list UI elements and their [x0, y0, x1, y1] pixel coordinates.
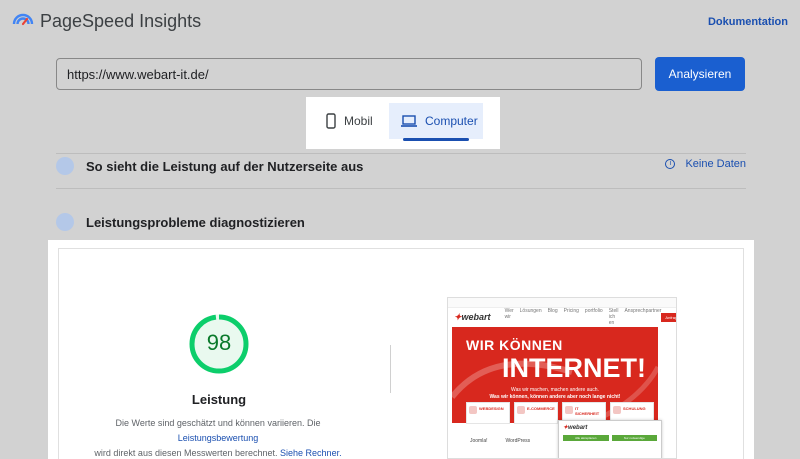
diagnose-section: Leistungsprobleme diagnostizieren: [56, 210, 746, 234]
analyze-button[interactable]: Analysieren: [655, 57, 745, 91]
screenshot-nav-item: Stell ich en: [608, 308, 619, 326]
device-tabs: Mobil Computer: [306, 97, 500, 149]
no-data-link[interactable]: i Keine Daten: [665, 158, 746, 170]
user-experience-section: So sieht die Leistung auf der Nutzerseit…: [56, 154, 746, 178]
header: PageSpeed Insights Dokumentation: [0, 0, 800, 44]
tab-computer[interactable]: Computer: [389, 103, 483, 141]
performance-score: 98: [206, 330, 232, 355]
screenshot-nav: ✦webart Wer wir Lösungen Blog Pricing portfo…: [448, 308, 676, 326]
diagnose-title: Leistungsprobleme diagnostizieren: [86, 214, 305, 230]
performance-description: Die Werte sind geschätzt und können vari…: [78, 416, 358, 459]
screenshot-cta: Anfrage: [661, 312, 676, 322]
pagespeed-logo-icon: [12, 13, 34, 26]
documentation-link[interactable]: Dokumentation: [708, 16, 788, 28]
phone-icon: [326, 113, 336, 129]
cookie-banner: ✦webart Alle akzeptieren Nur notwendige: [558, 420, 662, 458]
performance-card: 98 Leistung Die Werte sind geschätzt und…: [48, 240, 754, 459]
screenshot-nav-item: portfolio: [584, 308, 603, 314]
hero-subline-1: Was wir machen, machen andere auch.: [511, 387, 599, 393]
service-box: WEBDESIGN: [466, 402, 510, 424]
cookie-logo: ✦webart: [563, 425, 588, 431]
screenshot-nav-item: Wer wir: [504, 308, 514, 320]
performance-label: Leistung: [191, 392, 247, 407]
hero-headline-1: WIR KÖNNEN: [466, 337, 563, 353]
cms-logos: Joomla! WordPress: [470, 438, 530, 444]
hero-headline-2: INTERNET!: [502, 353, 646, 383]
cookie-necessary-button: Nur notwendige: [611, 435, 657, 441]
calculator-link[interactable]: Siehe Rechner.: [280, 448, 342, 458]
url-input[interactable]: [56, 58, 642, 90]
user-experience-title: So sieht die Leistung auf der Nutzerseit…: [86, 158, 364, 174]
app-title: PageSpeed Insights: [40, 11, 202, 31]
tab-mobile-label: Mobil: [344, 114, 373, 128]
performance-score-link[interactable]: Leistungsbewertung: [178, 433, 259, 443]
diagnose-icon: [56, 213, 74, 231]
tab-mobile[interactable]: Mobil: [326, 103, 386, 139]
laptop-icon: [401, 115, 417, 127]
divider: [56, 188, 746, 189]
desc-text-2: wird direkt aus diesen Messwerten berech…: [94, 448, 278, 458]
page-screenshot: ✦webart Wer wir Lösungen Blog Pricing portfo…: [447, 297, 677, 459]
webart-logo: ✦webart: [454, 311, 491, 322]
cookie-buttons: Alle akzeptieren Nur notwendige: [563, 435, 657, 441]
hero-subline-2: Was wir können, können andere aber noch …: [489, 394, 621, 400]
joomla-logo: Joomla!: [470, 438, 488, 444]
wordpress-logo: WordPress: [505, 438, 531, 444]
vertical-divider: [390, 345, 391, 393]
screenshot-nav-item: Blog: [547, 308, 558, 314]
screenshot-topbar: [448, 298, 676, 308]
screenshot-nav-item: Pricing: [563, 308, 579, 314]
info-icon: i: [665, 159, 676, 169]
desc-text-1: Die Werte sind geschätzt und können vari…: [115, 418, 321, 428]
service-box: E-COMMERCE: [514, 402, 558, 424]
screenshot-nav-items: Wer wir Lösungen Blog Pricing portfolio Stell…: [505, 308, 662, 326]
screenshot-nav-item: Lösungen: [519, 308, 542, 314]
tab-computer-label: Computer: [425, 114, 478, 128]
screenshot-nav-item: Ansprechpartner: [624, 308, 662, 314]
cookie-accept-button: Alle akzeptieren: [563, 435, 609, 441]
people-icon: [56, 157, 74, 175]
no-data-label: Keine Daten: [685, 158, 746, 170]
